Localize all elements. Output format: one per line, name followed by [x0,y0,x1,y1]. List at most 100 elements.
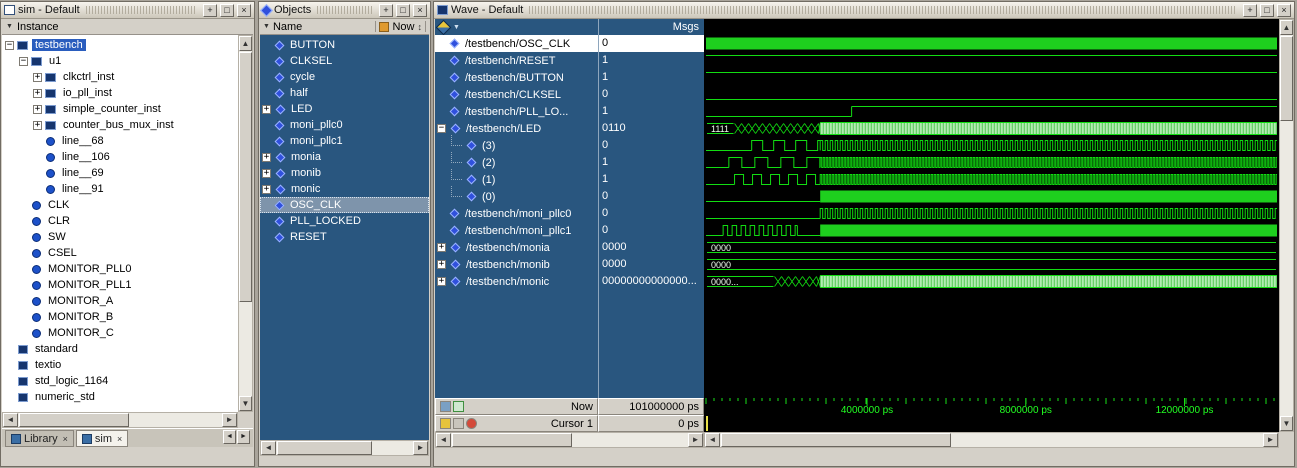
expand-icon[interactable]: + [33,121,42,130]
wave-signal-testbenchRESET[interactable]: /testbench/RESET [435,52,598,69]
instance-column-header[interactable]: ▼ Instance [2,19,253,35]
tree-item-counter_bus_mux_inst[interactable]: +counter_bus_mux_inst [2,117,238,133]
expand-icon[interactable]: + [262,105,271,114]
tab-scroll-right-button[interactable]: ► [237,430,250,444]
panel-splitter[interactable] [431,1,433,467]
scroll-down-button[interactable]: ▼ [239,396,252,411]
scroll-down-button[interactable]: ▼ [1280,416,1293,431]
maximize-button[interactable]: □ [396,4,410,17]
waveform-row-10[interactable] [704,205,1279,222]
waveform-row-0[interactable] [704,35,1279,52]
objects-titlebar[interactable]: Objects + □ × [259,2,430,19]
wave-signal-testbenchmonib[interactable]: +/testbench/monib [435,256,598,273]
tab-Library[interactable]: Library× [5,430,74,447]
scroll-right-button[interactable]: ► [1263,433,1278,447]
tree-item-line__91[interactable]: line__91 [2,181,238,197]
lock-cursor-icon[interactable] [440,418,451,429]
close-button[interactable]: × [237,4,251,17]
sim-vertical-scrollbar[interactable]: ▲▼ [238,35,253,412]
waveform-row-4[interactable] [704,103,1279,120]
tree-item-MONITOR_C[interactable]: MONITOR_C [2,325,238,341]
delete-cursor-icon[interactable] [466,418,477,429]
object-item-cycle[interactable]: cycle [260,69,429,85]
tree-item-std_logic_1164[interactable]: std_logic_1164 [2,373,238,389]
waveform-row-12[interactable]: 0000 [704,239,1279,256]
collapse-icon[interactable]: − [437,124,446,133]
waveform-row-1[interactable] [704,52,1279,69]
expand-icon[interactable]: + [33,73,42,82]
tree-item-MONITOR_PLL0[interactable]: MONITOR_PLL0 [2,261,238,277]
tree-item-MONITOR_B[interactable]: MONITOR_B [2,309,238,325]
titlebar-grip[interactable] [529,6,1237,14]
tree-item-SW[interactable]: SW [2,229,238,245]
dock-button[interactable]: + [1243,4,1257,17]
tree-item-testbench[interactable]: −testbench [2,37,238,53]
expand-icon[interactable]: + [437,243,446,252]
scroll-thumb[interactable] [277,441,372,455]
tree-item-u1[interactable]: −u1 [2,53,238,69]
add-cursor-icon[interactable] [453,401,464,412]
scroll-left-button[interactable]: ◄ [261,441,276,455]
collapse-icon[interactable]: − [5,41,14,50]
waveform-row-13[interactable]: 0000 [704,256,1279,273]
objects-horizontal-scrollbar[interactable]: ◄► [260,440,429,456]
tab-scroll-left-button[interactable]: ◄ [223,430,236,444]
object-item-OSC_CLK[interactable]: OSC_CLK [260,197,429,213]
wave-signal-testbenchmonia[interactable]: +/testbench/monia [435,239,598,256]
object-item-PLL_LOCKED[interactable]: PLL_LOCKED [260,213,429,229]
waveform-row-14[interactable]: 0000... [704,273,1279,290]
object-item-BUTTON[interactable]: BUTTON [260,37,429,53]
msgs-column-header[interactable]: Msgs [598,19,704,35]
object-item-CLKSEL[interactable]: CLKSEL [260,53,429,69]
waveform-row-11[interactable] [704,222,1279,239]
expand-icon[interactable]: + [262,169,271,178]
wave-signal-(0)[interactable]: (0) [435,188,598,205]
tree-item-line__69[interactable]: line__69 [2,165,238,181]
waveform-row-8[interactable] [704,171,1279,188]
waveform-row-5[interactable]: 1111 [704,120,1279,137]
wave-signal-testbenchBUTTON[interactable]: /testbench/BUTTON [435,69,598,86]
waveform-row-3[interactable] [704,86,1279,103]
tab-close-icon[interactable]: × [117,434,122,444]
edit-cursor-icon[interactable] [453,418,464,429]
dock-button[interactable]: + [203,4,217,17]
wave-plot-area[interactable]: 1111000000000000... [704,35,1279,398]
wave-timeline[interactable]: 4000000 ps8000000 ps12000000 ps [704,398,1279,415]
scroll-right-button[interactable]: ► [688,433,703,447]
waveform-row-7[interactable] [704,154,1279,171]
scroll-thumb[interactable] [239,52,252,302]
tree-item-textio[interactable]: textio [2,357,238,373]
scroll-up-button[interactable]: ▲ [1280,20,1293,35]
panel-splitter[interactable] [255,1,258,467]
tree-item-MONITOR_PLL1[interactable]: MONITOR_PLL1 [2,277,238,293]
sim-horizontal-scrollbar[interactable]: ◄► [2,412,238,428]
expand-icon[interactable]: + [33,89,42,98]
titlebar-grip[interactable] [86,6,197,14]
tree-item-numeric_std[interactable]: numeric_std [2,389,238,405]
wave-titlebar[interactable]: Wave - Default + □ × [434,2,1294,19]
tree-item-CLK[interactable]: CLK [2,197,238,213]
tab-sim[interactable]: sim× [76,430,128,447]
expand-icon[interactable]: + [262,185,271,194]
wave-signal-testbenchmoni_pllc1[interactable]: /testbench/moni_pllc1 [435,222,598,239]
object-item-monib[interactable]: +monib [260,165,429,181]
object-item-half[interactable]: half [260,85,429,101]
objects-column-header[interactable]: ▼ Name Now ↕ [260,19,429,35]
column-splitter[interactable] [425,21,426,32]
object-item-moni_pllc1[interactable]: moni_pllc1 [260,133,429,149]
scroll-left-button[interactable]: ◄ [436,433,451,447]
wave-signal-testbenchmoni_pllc0[interactable]: /testbench/moni_pllc0 [435,205,598,222]
dock-button[interactable]: + [379,4,393,17]
object-item-moni_pllc0[interactable]: moni_pllc0 [260,117,429,133]
waveform-row-6[interactable] [704,137,1279,154]
scroll-left-button[interactable]: ◄ [705,433,720,447]
scroll-right-button[interactable]: ► [222,413,237,427]
sim-titlebar[interactable]: sim - Default + □ × [1,2,254,19]
wave-context-icon[interactable] [436,19,452,35]
scroll-thumb[interactable] [721,433,951,447]
names-horizontal-scrollbar[interactable]: ◄► [435,432,704,448]
tree-item-io_pll_inst[interactable]: +io_pll_inst [2,85,238,101]
expand-icon[interactable]: + [33,105,42,114]
scroll-thumb[interactable] [1280,36,1293,121]
cursor-marker[interactable] [706,416,708,431]
